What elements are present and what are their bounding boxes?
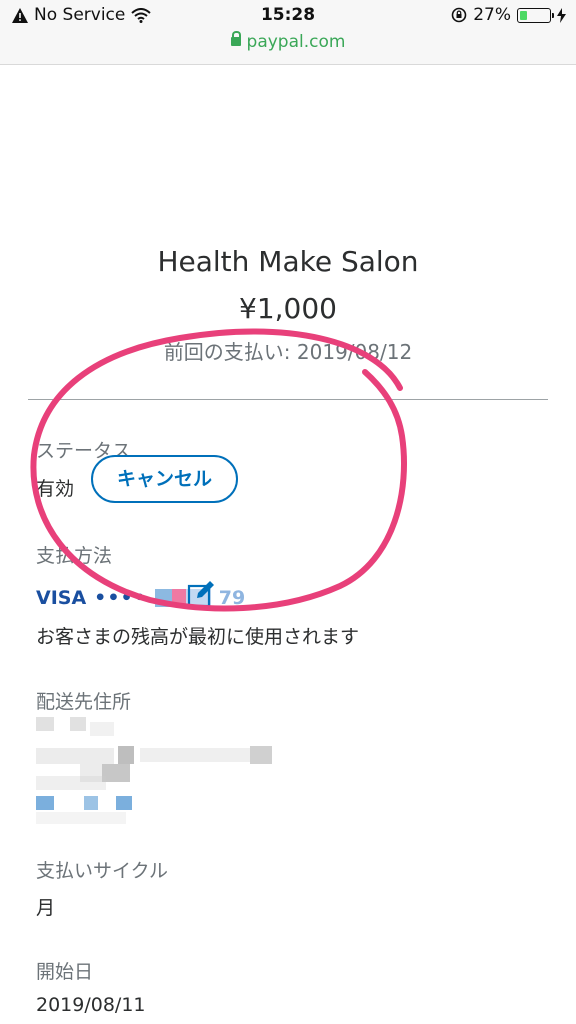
edit-icon[interactable] [187,580,215,608]
battery-icon [517,7,554,23]
last-payment-date: 前回の支払い: 2019/08/12 [163,340,413,364]
url-text: paypal.com [246,32,346,52]
shipping-label: 配送先住所 [36,691,132,713]
subscription-amount: ¥1,000 [239,292,337,325]
status-bar: No Service 15:28 27% paypal.com [0,0,576,65]
rotation-lock-icon [451,7,467,23]
card-mask: •••• [94,587,147,609]
balance-note: お客さまの残高が最初に使用されます [36,626,360,648]
card-brand: VISA [36,587,87,609]
status-value: 有効 [36,478,75,500]
cycle-label: 支払いサイクル [36,860,169,882]
start-date-label: 開始日 [36,961,94,983]
start-date-value: 2019/08/11 [36,994,146,1016]
url-bar[interactable]: paypal.com [0,31,576,52]
charging-bolt-icon [557,7,566,23]
divider [28,399,548,400]
merchant-name: Health Make Salon [157,245,419,278]
status-right: 27% [451,5,566,25]
card-last-digits: 79 [218,587,246,609]
battery-percent: 27% [473,5,511,25]
battery-level [520,10,527,20]
payment-method-label: 支払方法 [36,545,113,567]
lock-icon [230,31,241,46]
cycle-value: 月 [36,897,56,919]
cancel-button[interactable]: キャンセル [91,455,238,503]
